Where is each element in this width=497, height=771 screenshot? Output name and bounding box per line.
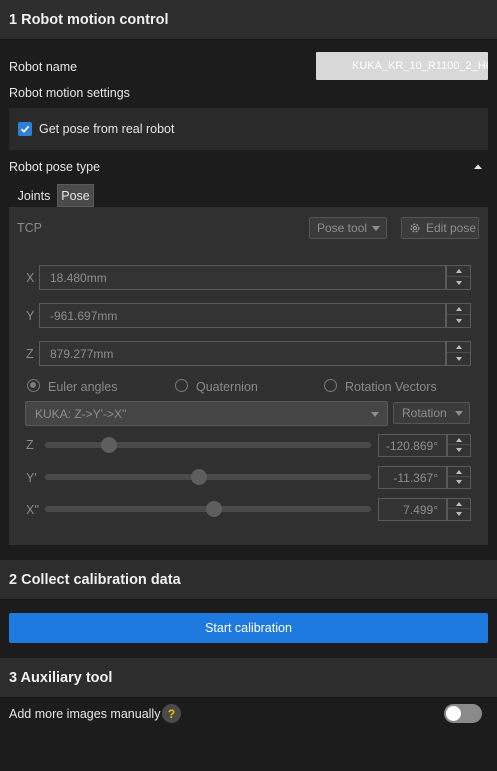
angle-x-label: X'' bbox=[26, 503, 40, 517]
z-input[interactable]: 879.277mm bbox=[39, 341, 446, 366]
spin-up-icon[interactable] bbox=[447, 304, 470, 315]
spin-up-icon[interactable] bbox=[448, 435, 470, 445]
dropdown-arrow-icon bbox=[371, 412, 379, 417]
z-axis-label: Z bbox=[26, 347, 34, 361]
euler-convention-value: KUKA: Z->Y'->X'' bbox=[35, 406, 127, 421]
edit-pose-button[interactable]: Edit pose bbox=[401, 217, 479, 239]
euler-convention-select[interactable]: KUKA: Z->Y'->X'' bbox=[25, 401, 388, 426]
pose-tool-label: Pose tool bbox=[317, 221, 368, 235]
y-input[interactable]: -961.697mm bbox=[39, 303, 446, 328]
gear-icon bbox=[410, 223, 420, 233]
spin-down-icon[interactable] bbox=[448, 445, 470, 455]
x-value: 18.480mm bbox=[50, 270, 107, 285]
help-icon[interactable]: ? bbox=[162, 704, 181, 723]
x-axis-label: X bbox=[26, 271, 35, 285]
pose-type-label: Robot pose type bbox=[9, 160, 101, 174]
toggle-knob bbox=[446, 706, 461, 721]
start-calibration-button[interactable]: Start calibration bbox=[9, 613, 488, 643]
angle-x-value: 7.499° bbox=[403, 502, 438, 517]
rotation-select[interactable]: Rotation bbox=[393, 402, 470, 424]
pose-panel bbox=[9, 207, 488, 545]
chevron-up-icon[interactable] bbox=[473, 163, 483, 170]
get-pose-row: Get pose from real robot bbox=[9, 108, 488, 150]
spin-down-icon[interactable] bbox=[447, 277, 470, 288]
start-calibration-label: Start calibration bbox=[205, 621, 292, 635]
tab-pose-label: Pose bbox=[61, 188, 90, 203]
pose-tool-select[interactable]: Pose tool bbox=[309, 217, 387, 239]
section-title: 1 Robot motion control bbox=[9, 11, 169, 28]
angle-z-label: Z bbox=[26, 438, 34, 452]
angle-y-slider[interactable] bbox=[45, 469, 371, 485]
spin-up-icon[interactable] bbox=[447, 342, 470, 353]
check-icon bbox=[20, 125, 30, 133]
rotation-vectors-label: Rotation Vectors bbox=[345, 380, 437, 394]
y-axis-label: Y bbox=[26, 309, 35, 323]
dropdown-arrow-icon bbox=[455, 411, 463, 416]
rotation-select-value: Rotation bbox=[402, 406, 447, 420]
angle-x-slider[interactable] bbox=[45, 501, 371, 517]
z-spinner[interactable] bbox=[446, 341, 471, 366]
angle-z-slider[interactable] bbox=[45, 437, 371, 453]
section-header-robot-motion[interactable]: 1 Robot motion control bbox=[0, 0, 497, 40]
spin-up-icon[interactable] bbox=[447, 266, 470, 277]
y-spinner[interactable] bbox=[446, 303, 471, 328]
x-input[interactable]: 18.480mm bbox=[39, 265, 446, 290]
slider-thumb[interactable] bbox=[100, 437, 117, 453]
get-pose-label: Get pose from real robot bbox=[39, 122, 175, 136]
x-spinner[interactable] bbox=[446, 265, 471, 290]
section-title: 3 Auxiliary tool bbox=[9, 669, 113, 686]
add-images-toggle[interactable] bbox=[444, 704, 482, 723]
spin-up-icon[interactable] bbox=[448, 467, 470, 477]
get-pose-checkbox[interactable] bbox=[18, 122, 32, 136]
angle-z-input[interactable]: -120.869° bbox=[378, 434, 447, 457]
y-value: -961.697mm bbox=[50, 308, 118, 323]
quaternion-label: Quaternion bbox=[196, 380, 258, 394]
spin-down-icon[interactable] bbox=[448, 509, 470, 519]
robot-name-field[interactable]: KUKA_KR_10_R1100_2_HG bbox=[316, 52, 488, 80]
angle-z-spinner[interactable] bbox=[447, 434, 471, 457]
tab-pose[interactable]: Pose bbox=[57, 184, 94, 207]
edit-pose-label: Edit pose bbox=[426, 221, 477, 235]
angle-y-value: -11.367° bbox=[393, 470, 438, 485]
angle-y-spinner[interactable] bbox=[447, 466, 471, 489]
spin-down-icon[interactable] bbox=[448, 477, 470, 487]
spin-down-icon[interactable] bbox=[447, 353, 470, 364]
angle-y-label: Y' bbox=[26, 471, 37, 485]
dropdown-arrow-icon bbox=[372, 226, 380, 231]
spin-up-icon[interactable] bbox=[448, 499, 470, 509]
slider-thumb[interactable] bbox=[190, 469, 207, 485]
section-header-collect-data[interactable]: 2 Collect calibration data bbox=[0, 560, 497, 600]
z-value: 879.277mm bbox=[50, 346, 114, 361]
angle-x-spinner[interactable] bbox=[447, 498, 471, 521]
help-glyph: ? bbox=[167, 706, 176, 721]
tab-joints[interactable]: Joints bbox=[13, 184, 55, 207]
radio-rotation-vectors[interactable] bbox=[324, 379, 337, 392]
motion-settings-label: Robot motion settings bbox=[9, 86, 130, 100]
section-title: 2 Collect calibration data bbox=[9, 571, 181, 588]
tab-joints-label: Joints bbox=[17, 188, 51, 203]
robot-name-value: KUKA_KR_10_R1100_2_HG bbox=[352, 60, 488, 72]
add-images-label: Add more images manually bbox=[9, 707, 161, 721]
spin-down-icon[interactable] bbox=[447, 315, 470, 326]
angle-x-input[interactable]: 7.499° bbox=[378, 498, 447, 521]
radio-quaternion[interactable] bbox=[175, 379, 188, 392]
radio-euler-angles[interactable] bbox=[27, 379, 40, 392]
robot-name-label: Robot name bbox=[9, 60, 78, 74]
angle-y-input[interactable]: -11.367° bbox=[378, 466, 447, 489]
tcp-label: TCP bbox=[17, 221, 42, 235]
angle-z-value: -120.869° bbox=[385, 438, 438, 453]
euler-angles-label: Euler angles bbox=[48, 380, 118, 394]
section-header-auxiliary-tool[interactable]: 3 Auxiliary tool bbox=[0, 658, 497, 698]
